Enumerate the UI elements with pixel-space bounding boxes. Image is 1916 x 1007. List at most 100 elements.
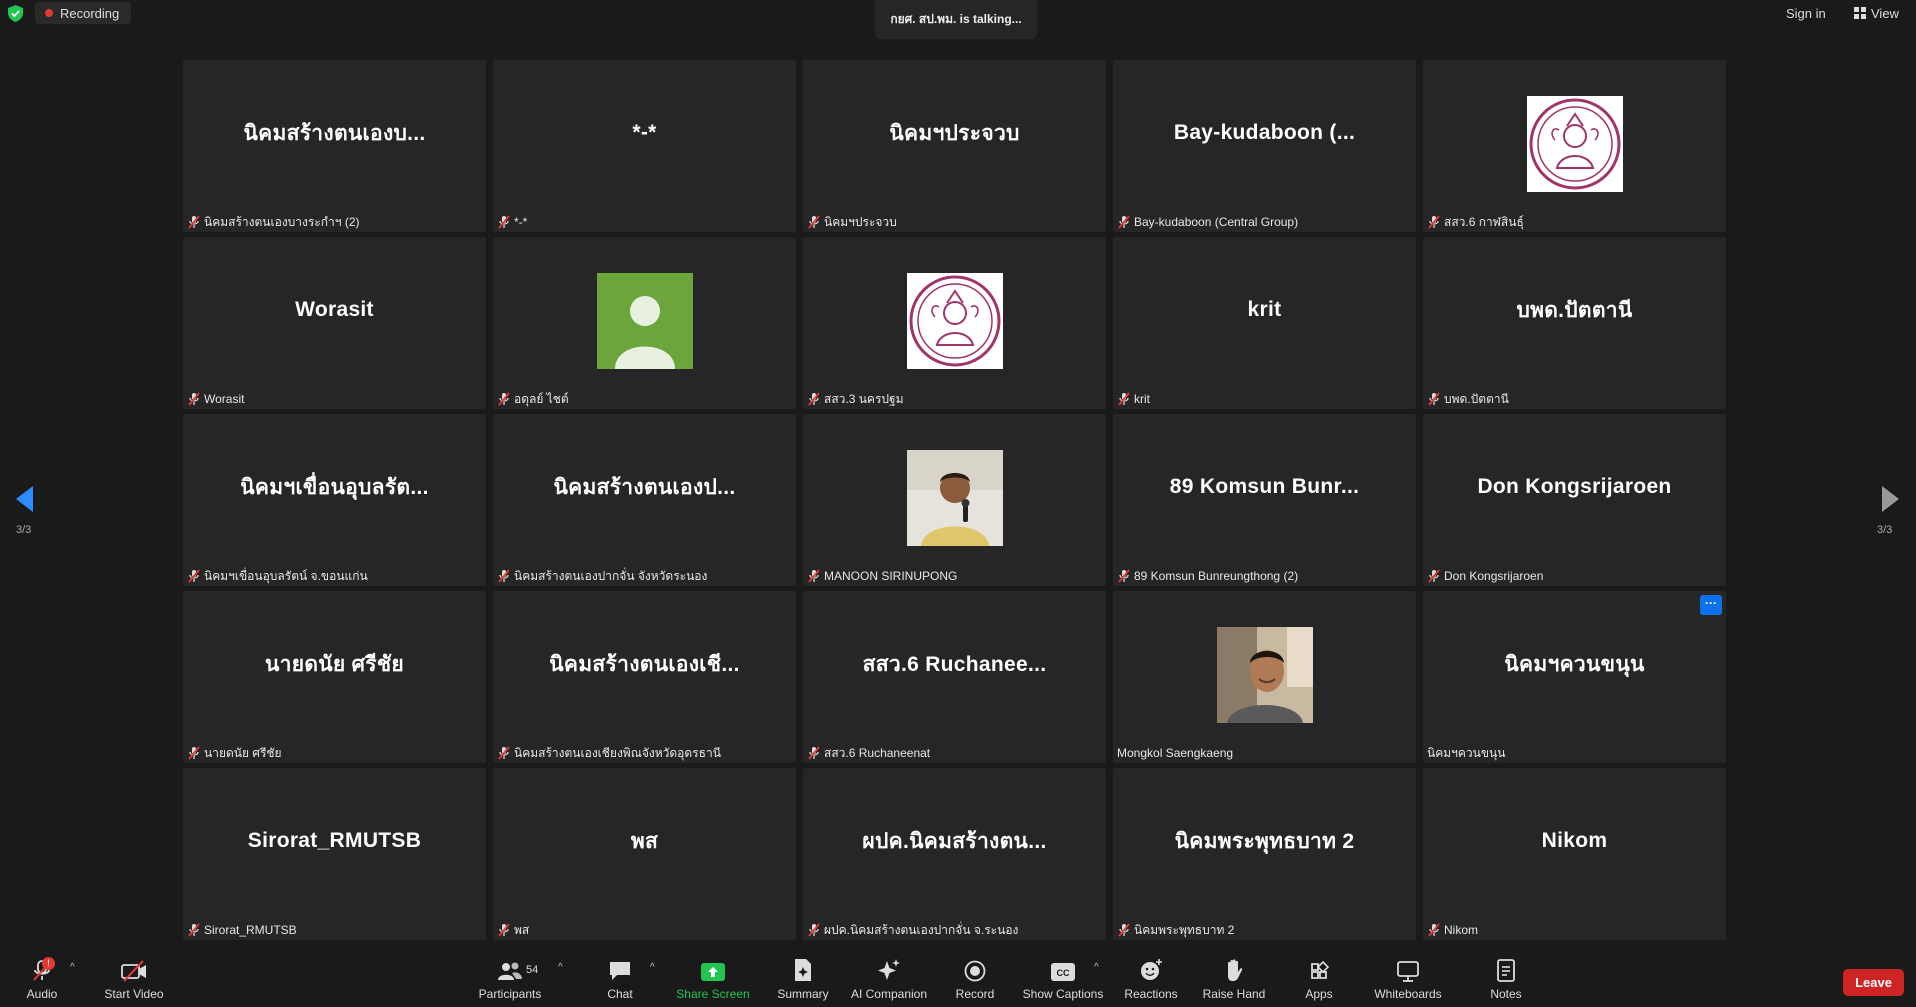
- next-page-arrow-icon[interactable]: [1878, 484, 1902, 514]
- participant-name-text: นายดนัย ศรีชัย: [204, 745, 282, 760]
- muted-mic-icon: [497, 569, 511, 583]
- participant-tile[interactable]: นิคมฯควนขนุน นิคมฯควนขนุน ···: [1423, 591, 1726, 763]
- participant-display-name: พส: [630, 829, 659, 853]
- participant-name-label: *-*: [497, 214, 527, 230]
- whiteboard-icon: [1397, 961, 1419, 982]
- participant-name-label: นายดนัย ศรีชัย: [187, 745, 282, 761]
- summary-button[interactable]: Summary: [772, 948, 834, 1007]
- participant-name-label: นิคมสร้างตนเองเชียงพิณจังหวัดอุดรธานี: [497, 745, 721, 761]
- notes-icon: [1497, 959, 1515, 982]
- encryption-shield-icon[interactable]: [8, 5, 23, 22]
- raise-hand-button[interactable]: Raise Hand: [1201, 948, 1267, 1007]
- raise-hand-icon: [1228, 959, 1243, 981]
- participant-tile[interactable]: Sirorat_RMUTSB Sirorat_RMUTSB: [183, 768, 486, 940]
- participant-name-text: Sirorat_RMUTSB: [204, 923, 297, 937]
- view-button[interactable]: View: [1848, 3, 1905, 23]
- audio-button[interactable]: Audio: [22, 948, 62, 1007]
- participant-display-name: krit: [1247, 298, 1282, 321]
- participant-tile[interactable]: นิคมสร้างตนเองป... นิคมสร้างตนเองปากจั่น …: [493, 414, 796, 586]
- muted-mic-icon: [1427, 215, 1441, 229]
- participants-icon: [498, 962, 522, 980]
- participant-tile[interactable]: นิคมสร้างตนเองเชี... นิคมสร้างตนเองเชียงพ…: [493, 591, 796, 763]
- participant-tile[interactable]: นิคมฯประจวบ นิคมฯประจวบ: [803, 60, 1106, 232]
- participant-count: 54: [526, 964, 539, 976]
- muted-mic-icon: [1117, 569, 1131, 583]
- participant-display-name: สสว.6 Ruchanee...: [862, 652, 1047, 676]
- participant-tile[interactable]: บพด.ปัตตานี บพด.ปัตตานี: [1423, 237, 1726, 409]
- participant-display-name: Worasit: [295, 298, 374, 321]
- participant-tile[interactable]: MANOON SIRINUPONG: [803, 414, 1106, 586]
- share-screen-label: Share Screen: [676, 987, 750, 1001]
- page-indicator-right: 3/3: [1877, 524, 1893, 536]
- participant-tile[interactable]: Bay-kudaboon (... Bay-kudaboon (Central G…: [1113, 60, 1416, 232]
- apps-button[interactable]: Apps: [1302, 948, 1336, 1007]
- participant-tile[interactable]: Don Kongsrijaroen Don Kongsrijaroen: [1423, 414, 1726, 586]
- recording-indicator[interactable]: Recording: [35, 2, 132, 24]
- recording-label: Recording: [60, 5, 120, 21]
- captions-options-caret-icon[interactable]: ^: [1094, 962, 1099, 973]
- participant-tile[interactable]: นิคมสร้างตนเองบ... นิคมสร้างตนเองบางระกำฯ…: [183, 60, 486, 232]
- reactions-button[interactable]: Reactions: [1124, 948, 1178, 1007]
- start-video-label: Start Video: [104, 987, 164, 1001]
- participant-display-name: นิคมสร้างตนเองป...: [553, 475, 736, 499]
- previous-page-arrow-icon[interactable]: [13, 484, 37, 514]
- participants-options-caret-icon[interactable]: ^: [558, 962, 563, 973]
- participant-display-name: 89 Komsun Bunr...: [1169, 475, 1360, 498]
- start-video-button[interactable]: Start Video: [102, 948, 166, 1007]
- participant-tile[interactable]: นิคมฯเขื่อนอุบลรัต... นิคมฯเขื่อนอุบลรัตน…: [183, 414, 486, 586]
- notes-button[interactable]: Notes: [1488, 948, 1524, 1007]
- participant-name-text: นิคมฯเขื่อนอุบลรัตน์ จ.ขอนแก่น: [204, 568, 368, 583]
- participant-tile[interactable]: 89 Komsun Bunr... 89 Komsun Bunreungthong…: [1113, 414, 1416, 586]
- top-bar: Recording กยศ. สป.พม. is talking... Sign…: [0, 0, 1916, 39]
- record-button[interactable]: Record: [955, 948, 995, 1007]
- participant-name-text: krit: [1134, 392, 1150, 406]
- participant-tile[interactable]: สสว.3 นครปฐม: [803, 237, 1106, 409]
- participant-tile[interactable]: ผปค.นิคมสร้างตน... ผปค.นิคมสร้างตนเองปากจ…: [803, 768, 1106, 940]
- participant-tile[interactable]: นายดนัย ศรีชัย นายดนัย ศรีชัย: [183, 591, 486, 763]
- participant-tile[interactable]: พส พส: [493, 768, 796, 940]
- whiteboards-label: Whiteboards: [1374, 987, 1442, 1001]
- muted-mic-icon: [497, 746, 511, 760]
- participant-tile[interactable]: krit krit: [1113, 237, 1416, 409]
- participant-name-label: สสว.6 กาฬสินธุ์: [1427, 214, 1524, 230]
- participant-tile[interactable]: Mongkol Saengkaeng: [1113, 591, 1416, 763]
- muted-mic-icon: [187, 392, 201, 406]
- participant-name-text: สสว.3 นครปฐม: [824, 391, 904, 406]
- participants-button[interactable]: Participants: [476, 948, 544, 1007]
- tile-more-options-button[interactable]: ···: [1700, 595, 1722, 615]
- chat-options-caret-icon[interactable]: ^: [650, 962, 655, 973]
- muted-mic-icon: [807, 746, 821, 760]
- ai-companion-button[interactable]: AI Companion: [848, 948, 930, 1007]
- apps-label: Apps: [1305, 987, 1333, 1001]
- participant-name-text: MANOON SIRINUPONG: [824, 569, 958, 583]
- participant-tile[interactable]: นิคมพระพุทธบาท 2 นิคมพระพุทธบาท 2: [1113, 768, 1416, 940]
- recording-dot-icon: [45, 9, 53, 17]
- participant-name-text: อดุลย์ ไชต์: [514, 391, 569, 406]
- muted-mic-icon: [1117, 923, 1131, 937]
- participant-tile[interactable]: สสว.6 กาฬสินธุ์: [1423, 60, 1726, 232]
- muted-mic-icon: [1427, 392, 1441, 406]
- leave-button[interactable]: Leave: [1843, 969, 1904, 996]
- participant-display-name: นิคมพระพุทธบาท 2: [1174, 829, 1355, 853]
- participant-tile[interactable]: สสว.6 Ruchanee... สสว.6 Ruchaneenat: [803, 591, 1106, 763]
- participant-tile[interactable]: อดุลย์ ไชต์: [493, 237, 796, 409]
- participant-display-name: Nikom: [1541, 829, 1608, 852]
- audio-options-caret-icon[interactable]: ^: [70, 962, 75, 973]
- muted-mic-icon: [1427, 569, 1441, 583]
- show-captions-button[interactable]: CC Show Captions: [1022, 948, 1104, 1007]
- participant-name-text: Nikom: [1444, 923, 1479, 937]
- chat-button[interactable]: Chat: [600, 948, 640, 1007]
- muted-mic-icon: [497, 392, 511, 406]
- participant-name-text: Bay-kudaboon (Central Group): [1134, 215, 1299, 229]
- participant-tile[interactable]: Nikom Nikom: [1423, 768, 1726, 940]
- muted-mic-icon: [187, 923, 201, 937]
- participant-name-label: นิคมสร้างตนเองปากจั่น จังหวัดระนอง: [497, 568, 707, 584]
- participant-tile[interactable]: *-* *-*: [493, 60, 796, 232]
- participant-tile[interactable]: Worasit Worasit: [183, 237, 486, 409]
- page-indicator-left: 3/3: [16, 524, 32, 536]
- whiteboards-button[interactable]: Whiteboards: [1370, 948, 1446, 1007]
- sign-in-button[interactable]: Sign in: [1778, 3, 1834, 23]
- participant-display-name: บพด.ปัตตานี: [1516, 298, 1633, 322]
- share-screen-button[interactable]: Share Screen: [676, 948, 750, 1007]
- participant-name-label: krit: [1117, 391, 1150, 407]
